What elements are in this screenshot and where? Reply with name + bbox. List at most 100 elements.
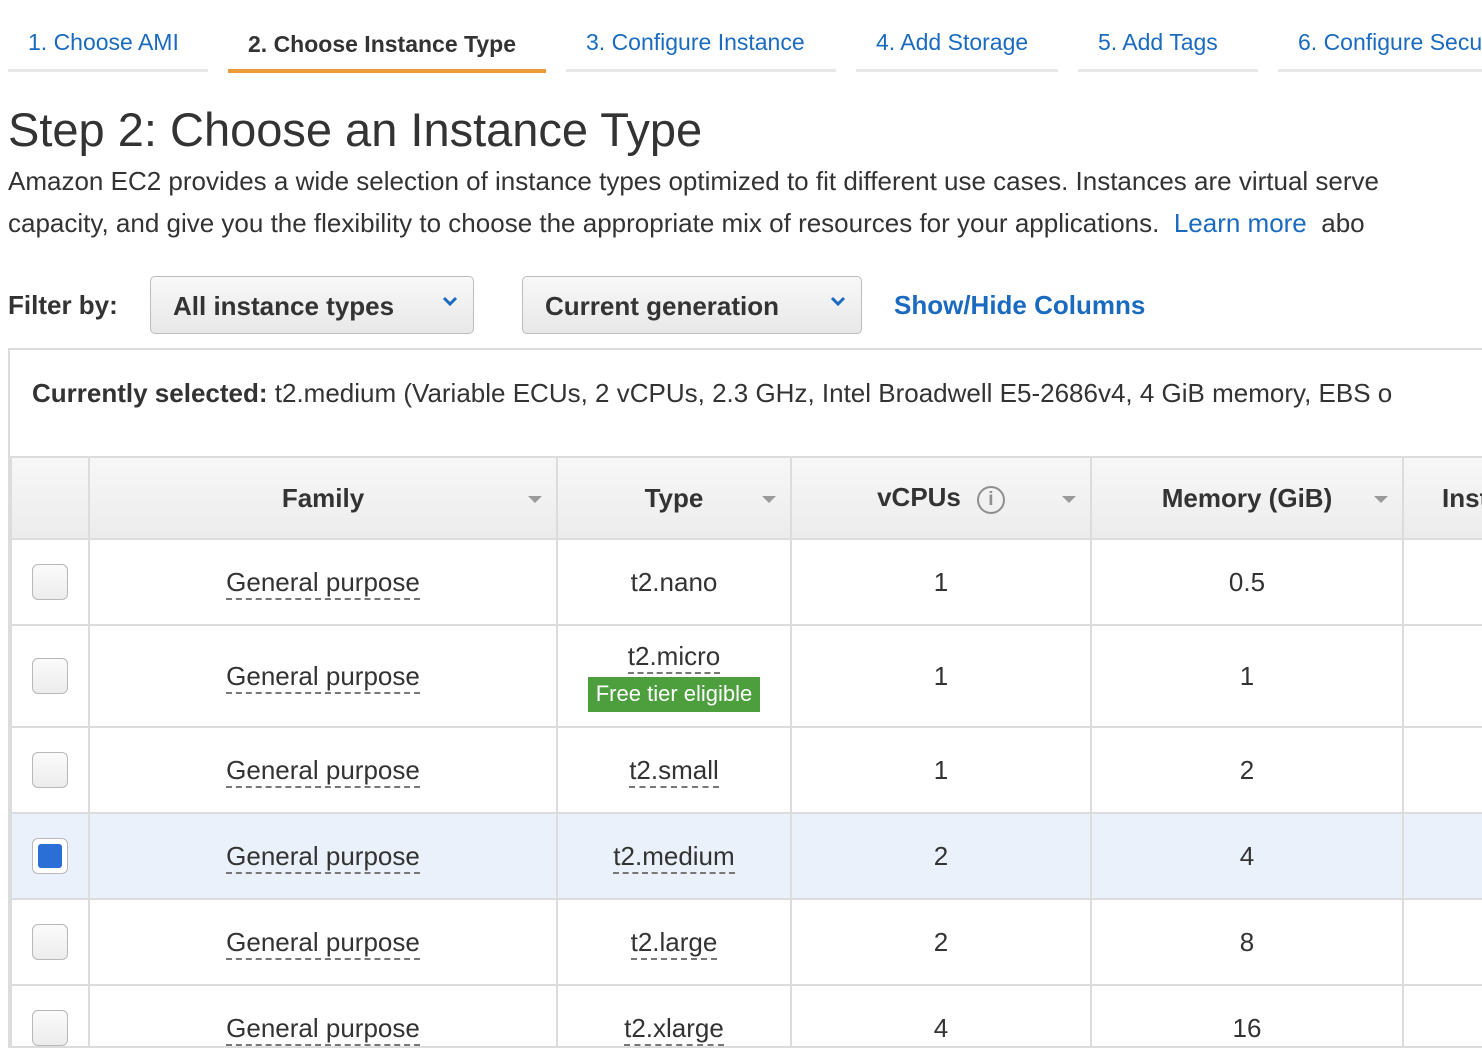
chevron-down-icon (830, 296, 846, 307)
tab-label: 4. Add Storage (876, 29, 1029, 55)
table-row-selected[interactable]: General purpose t2.medium 2 4 (10, 812, 1482, 900)
family-value[interactable]: General purpose (226, 1012, 420, 1046)
learn-more-link[interactable]: Learn more (1174, 208, 1307, 238)
tab-label: 3. Configure Instance (586, 29, 805, 55)
type-cell: t2.nano (556, 538, 792, 626)
vcpus-cell: 1 (790, 624, 1092, 728)
type-value[interactable]: t2.medium (613, 840, 735, 874)
type-value[interactable]: t2.micro (627, 640, 721, 674)
tab-underline (856, 69, 1058, 72)
family-value[interactable]: General purpose (226, 926, 420, 960)
family-value[interactable]: General purpose (226, 566, 420, 600)
memory-cell: 4 (1090, 812, 1404, 900)
row-checkbox-checked[interactable] (32, 838, 68, 874)
select-cell (10, 538, 90, 626)
page-description: Amazon EC2 provides a wide selection of … (8, 160, 1379, 244)
memory-cell: 16 (1090, 984, 1404, 1046)
sort-caret-icon (762, 496, 776, 503)
table-row[interactable]: General purpose t2.micro Free tier eligib… (10, 624, 1482, 728)
family-cell: General purpose (88, 812, 558, 900)
instance-storage-cell (1402, 812, 1482, 900)
select-cell (10, 898, 90, 986)
tab-add-tags[interactable]: 5. Add Tags (1078, 0, 1258, 76)
column-label: Memory (GiB) (1161, 482, 1333, 513)
table-row[interactable]: General purpose t2.large 2 8 (10, 898, 1482, 986)
tab-configure-instance[interactable]: 3. Configure Instance (566, 0, 836, 76)
tab-underline (8, 69, 208, 72)
tab-choose-instance-type[interactable]: 2. Choose Instance Type (228, 0, 546, 76)
select-cell (10, 984, 90, 1046)
tab-label: 5. Add Tags (1098, 29, 1218, 55)
memory-cell: 0.5 (1090, 538, 1404, 626)
table-row[interactable]: General purpose t2.xlarge 4 16 (10, 984, 1482, 1046)
vcpus-cell: 2 (790, 898, 1092, 986)
memory-cell: 8 (1090, 898, 1404, 986)
currently-selected-label: Currently selected: (32, 378, 268, 408)
family-value[interactable]: General purpose (226, 754, 420, 788)
vcpus-cell: 4 (790, 984, 1092, 1046)
family-value[interactable]: General purpose (226, 660, 420, 694)
instance-types-table: Family Type vCPUsi Memory (GiB) Inst Gen… (10, 456, 1482, 1046)
column-header-memory[interactable]: Memory (GiB) (1090, 456, 1404, 540)
row-checkbox[interactable] (32, 1010, 68, 1046)
column-label: Inst (1442, 482, 1482, 513)
type-cell: t2.large (556, 898, 792, 986)
tab-underline (1078, 69, 1258, 72)
type-value[interactable]: t2.large (630, 926, 718, 960)
sort-caret-icon (528, 496, 542, 503)
tab-underline (1278, 69, 1482, 72)
sort-caret-icon (1374, 496, 1388, 503)
page-title: Step 2: Choose an Instance Type (8, 103, 703, 156)
select-column-header (10, 456, 90, 540)
instance-types-dropdown[interactable]: All instance types (150, 276, 474, 334)
column-header-family[interactable]: Family (88, 456, 558, 540)
row-checkbox[interactable] (32, 658, 68, 694)
row-checkbox[interactable] (32, 752, 68, 788)
type-cell: t2.small (556, 726, 792, 814)
filter-label: Filter by: (8, 290, 118, 320)
free-tier-badge: Free tier eligible (587, 676, 761, 712)
type-value[interactable]: t2.xlarge (624, 1012, 724, 1046)
select-cell (10, 812, 90, 900)
type-value[interactable]: t2.small (629, 754, 719, 788)
show-hide-columns-link[interactable]: Show/Hide Columns (894, 290, 1145, 321)
family-cell: General purpose (88, 624, 558, 728)
family-value[interactable]: General purpose (226, 840, 420, 874)
description-line-2: capacity, and give you the flexibility t… (8, 202, 1379, 244)
column-label: Family (281, 482, 365, 513)
tab-choose-ami[interactable]: 1. Choose AMI (8, 0, 208, 76)
table-row[interactable]: General purpose t2.nano 1 0.5 (10, 538, 1482, 626)
column-header-instance-storage[interactable]: Inst (1402, 456, 1482, 540)
table-row[interactable]: General purpose t2.small 1 2 (10, 726, 1482, 814)
row-checkbox[interactable] (32, 924, 68, 960)
instance-storage-cell (1402, 984, 1482, 1046)
generation-dropdown[interactable]: Current generation (522, 276, 862, 334)
currently-selected: Currently selected: t2.medium (Variable … (32, 378, 1392, 409)
tab-configure-security[interactable]: 6. Configure Secu (1278, 0, 1482, 76)
tab-label: 6. Configure Secu (1298, 29, 1482, 55)
info-icon[interactable]: i (976, 485, 1005, 514)
column-label: vCPUs (877, 482, 961, 513)
tab-active-underline (228, 69, 546, 73)
row-checkbox[interactable] (32, 564, 68, 600)
select-cell (10, 624, 90, 728)
vcpus-cell: 2 (790, 812, 1092, 900)
tab-add-storage[interactable]: 4. Add Storage (856, 0, 1058, 76)
column-header-vcpus[interactable]: vCPUs i (790, 456, 1092, 540)
chevron-down-icon (442, 296, 458, 307)
wizard-tabs: 1. Choose AMI 2. Choose Instance Type 3.… (0, 0, 1482, 80)
tab-label: 1. Choose AMI (28, 29, 179, 55)
memory-cell: 2 (1090, 726, 1404, 814)
type-cell: t2.xlarge (556, 984, 792, 1046)
instance-storage-cell (1402, 624, 1482, 728)
sort-caret-icon (1062, 496, 1076, 503)
family-cell: General purpose (88, 984, 558, 1046)
type-cell: t2.micro Free tier eligible (556, 624, 792, 728)
tab-label: 2. Choose Instance Type (248, 31, 516, 57)
column-header-type[interactable]: Type (556, 456, 792, 540)
instance-storage-cell (1402, 898, 1482, 986)
type-value: t2.nano (630, 566, 718, 597)
column-label: Type (644, 482, 704, 513)
memory-cell: 1 (1090, 624, 1404, 728)
description-text: capacity, and give you the flexibility t… (8, 208, 1160, 238)
